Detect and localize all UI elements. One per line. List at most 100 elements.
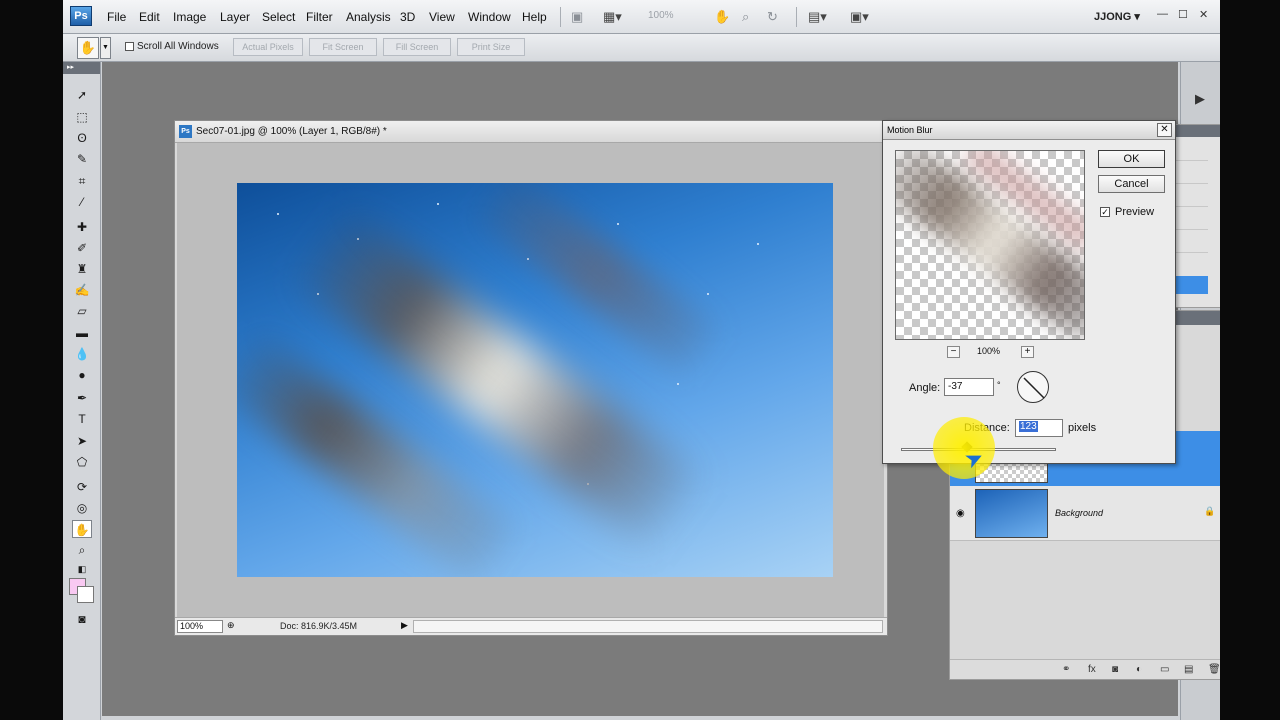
- status-menu-icon[interactable]: ⊕: [227, 620, 235, 631]
- angle-label: Angle:: [909, 382, 941, 394]
- distance-input[interactable]: 123: [1015, 419, 1063, 437]
- group-icon[interactable]: ▭: [1160, 664, 1169, 675]
- close-icon[interactable]: ✕: [1157, 123, 1172, 137]
- hand-icon[interactable]: ✋: [714, 9, 730, 25]
- fx-icon[interactable]: fx: [1088, 664, 1096, 675]
- cancel-button[interactable]: Cancel: [1098, 175, 1165, 193]
- gradient-tool-icon[interactable]: ▬: [72, 324, 92, 342]
- history-brush-tool-icon[interactable]: ✍: [72, 281, 92, 299]
- link-layers-icon[interactable]: ⚭: [1062, 664, 1070, 675]
- angle-dial[interactable]: [1017, 371, 1049, 403]
- launch-bridge-icon[interactable]: ▣: [571, 9, 583, 25]
- document-image[interactable]: [237, 183, 833, 577]
- ok-button[interactable]: OK: [1098, 150, 1165, 168]
- healing-brush-tool-icon[interactable]: ✚: [72, 218, 92, 236]
- pen-tool-icon[interactable]: ✒: [72, 389, 92, 407]
- minimize-icon[interactable]: —: [1157, 8, 1168, 20]
- user-account[interactable]: JJONG ▾: [1094, 10, 1140, 23]
- zoom-level-menu[interactable]: 100%: [648, 10, 674, 21]
- menu-analysis[interactable]: Analysis: [346, 10, 391, 24]
- marquee-tool-icon[interactable]: ⬚: [72, 108, 92, 126]
- menu-bar: Ps File Edit Image Layer Select Filter A…: [63, 0, 1220, 34]
- status-arrow-icon[interactable]: ▶: [401, 620, 408, 631]
- eyedropper-tool-icon[interactable]: ⁄: [72, 193, 92, 211]
- print-size-button[interactable]: Print Size: [457, 38, 525, 56]
- lasso-tool-icon[interactable]: ʘ: [72, 129, 92, 147]
- eye-icon[interactable]: ◉: [956, 508, 965, 519]
- scroll-all-windows-checkbox[interactable]: [125, 42, 134, 51]
- play-icon[interactable]: ▶: [1190, 90, 1210, 108]
- zoom-out-button[interactable]: −: [947, 346, 960, 358]
- menu-window[interactable]: Window: [468, 10, 511, 24]
- quick-select-tool-icon[interactable]: ✎: [72, 150, 92, 168]
- adjustment-layer-icon[interactable]: ◐: [1136, 664, 1142, 675]
- crop-tool-icon[interactable]: ⌗: [72, 172, 92, 190]
- menu-separator: [560, 7, 561, 27]
- preview-zoom: 100%: [977, 346, 1001, 356]
- canvas-area[interactable]: [177, 143, 884, 617]
- 3d-orbit-tool-icon[interactable]: ◎: [72, 499, 92, 517]
- hand-tool-icon[interactable]: ✋: [72, 520, 92, 538]
- fit-screen-button[interactable]: Fit Screen: [309, 38, 377, 56]
- default-colors-icon[interactable]: ◧: [72, 560, 92, 578]
- add-mask-icon[interactable]: ◙: [1112, 664, 1118, 675]
- menu-view[interactable]: View: [429, 10, 455, 24]
- close-icon[interactable]: ✕: [1199, 8, 1208, 21]
- arrange-documents-icon[interactable]: ▤▾: [808, 9, 827, 25]
- hand-tool-preset-icon[interactable]: ✋: [77, 37, 99, 59]
- motion-blur-dialog: Motion Blur ✕ − 100% + OK Cancel ✓ Previ…: [882, 120, 1176, 464]
- background-thumbnail[interactable]: [975, 489, 1048, 538]
- quick-mask-icon[interactable]: ◙: [72, 610, 92, 628]
- zoom-tool-icon[interactable]: ⌕: [72, 541, 92, 559]
- menu-file[interactable]: File: [107, 10, 126, 24]
- actual-pixels-button[interactable]: Actual Pixels: [233, 38, 303, 56]
- horizontal-scrollbar[interactable]: [413, 620, 883, 633]
- brush-tool-icon[interactable]: ✐: [72, 239, 92, 257]
- type-tool-icon[interactable]: T: [72, 410, 92, 428]
- star: [277, 213, 279, 215]
- fill-screen-button[interactable]: Fill Screen: [383, 38, 451, 56]
- rotate-view-icon[interactable]: ↻: [767, 9, 778, 25]
- background-layer-name[interactable]: Background: [1055, 508, 1103, 518]
- menu-edit[interactable]: Edit: [139, 10, 160, 24]
- path-selection-tool-icon[interactable]: ➤: [72, 432, 92, 450]
- dodge-tool-icon[interactable]: ●: [72, 366, 92, 384]
- menu-separator: [796, 7, 797, 27]
- menu-help[interactable]: Help: [522, 10, 547, 24]
- scroll-all-windows-label: Scroll All Windows: [137, 41, 219, 52]
- blur-tool-icon[interactable]: 💧: [72, 345, 92, 363]
- angle-unit: °: [997, 380, 1001, 390]
- trash-icon[interactable]: 🗑: [1208, 664, 1220, 675]
- zoom-in-button[interactable]: +: [1021, 346, 1034, 358]
- background-color-swatch[interactable]: [77, 586, 94, 603]
- 3d-rotate-tool-icon[interactable]: ⟳: [72, 478, 92, 496]
- clone-stamp-tool-icon[interactable]: ♜: [72, 260, 92, 278]
- menu-image[interactable]: Image: [173, 10, 206, 24]
- move-tool-icon[interactable]: ➚: [72, 86, 92, 104]
- angle-input[interactable]: -37: [944, 378, 994, 396]
- document-size-info[interactable]: Doc: 816.9K/3.45M: [280, 621, 357, 631]
- menu-3d[interactable]: 3D: [400, 10, 415, 24]
- document-status-bar: 100% ⊕ Doc: 816.9K/3.45M ▶: [175, 617, 887, 635]
- maximize-icon[interactable]: ☐: [1178, 8, 1188, 21]
- angle-dial-line: [1023, 377, 1045, 399]
- chevron-down-icon: ▾: [1134, 11, 1140, 23]
- zoom-icon[interactable]: ⌕: [742, 9, 749, 25]
- dialog-title-bar[interactable]: Motion Blur ✕: [883, 121, 1175, 140]
- preview-checkbox[interactable]: ✓: [1100, 207, 1110, 217]
- new-layer-icon[interactable]: ▤: [1184, 664, 1193, 675]
- filter-preview[interactable]: [895, 150, 1085, 340]
- menu-filter[interactable]: Filter: [306, 10, 333, 24]
- shape-tool-icon[interactable]: ⬠: [72, 453, 92, 471]
- eraser-tool-icon[interactable]: ▱: [72, 302, 92, 320]
- star: [757, 243, 759, 245]
- screen-mode-icon[interactable]: ▣▾: [850, 9, 869, 25]
- chevron-down-icon[interactable]: ▼: [100, 37, 111, 59]
- toolbox-collapse-handle[interactable]: ▸▸: [63, 62, 100, 74]
- zoom-field[interactable]: 100%: [177, 620, 223, 633]
- view-extras-icon[interactable]: ▦▾: [603, 9, 622, 25]
- menu-layer[interactable]: Layer: [220, 10, 250, 24]
- menu-select[interactable]: Select: [262, 10, 295, 24]
- document-tab[interactable]: Ps Sec07-01.jpg @ 100% (Layer 1, RGB/8#)…: [175, 121, 887, 143]
- document-window: Ps Sec07-01.jpg @ 100% (Layer 1, RGB/8#)…: [174, 120, 888, 636]
